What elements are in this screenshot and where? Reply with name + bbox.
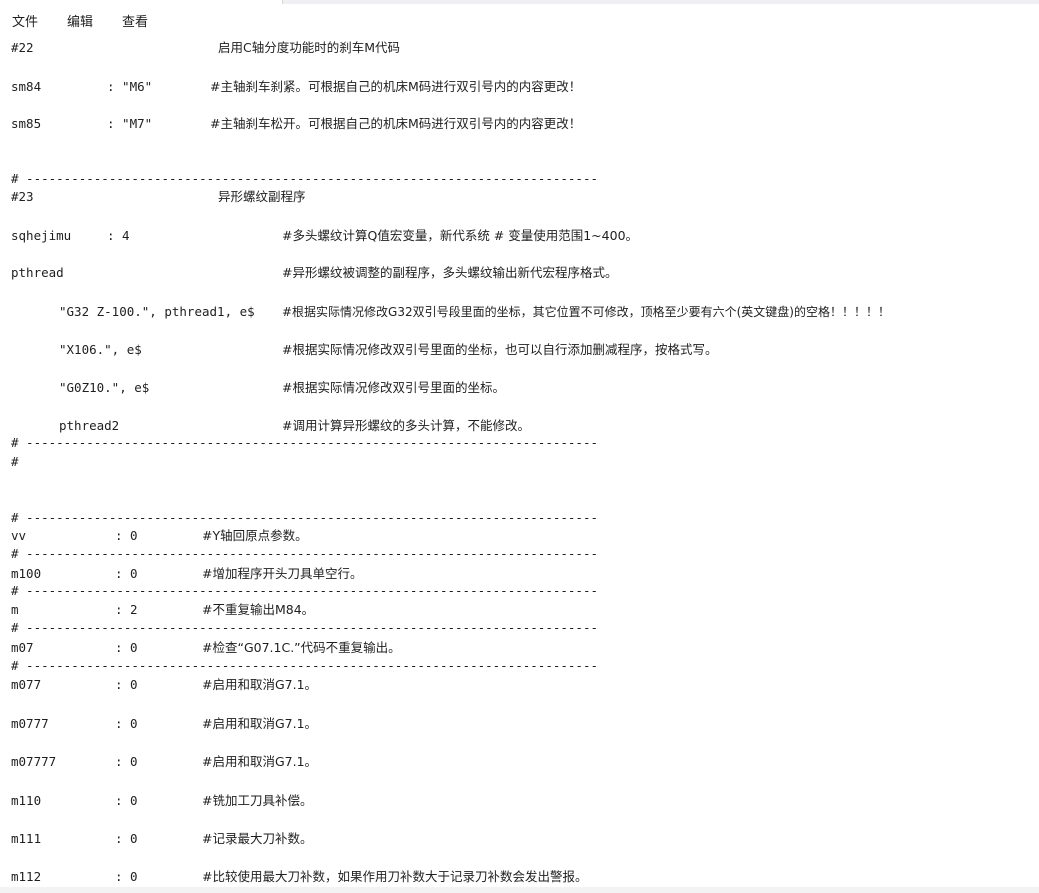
line-value: : "M6" — [107, 79, 153, 94]
line-key: sqhejimu — [11, 228, 72, 243]
line-comment: #启用和取消G7.1。 — [202, 716, 318, 731]
line-comment: #铣加工刀具补偿。 — [202, 793, 313, 808]
line-key: m077 — [11, 677, 42, 692]
text-line: m0777 : 0 #启用和取消G7.1。 — [11, 716, 317, 732]
text-line: "G32 Z-100.", pthread1, e$ #根据实际情况修改G32双… — [11, 304, 890, 320]
line-comment: #启用和取消G7.1。 — [202, 677, 318, 692]
line-value: : 0 — [115, 793, 138, 808]
line-key: sm84 — [11, 79, 42, 94]
text-line: # — [11, 454, 41, 470]
line-value: : 2 — [115, 602, 138, 617]
separator-line: # --------------------------------------… — [11, 435, 598, 450]
line-key: pthread — [11, 265, 64, 280]
line-key: "G0Z10.", e$ — [59, 380, 150, 395]
text-line: m07777 : 0 #启用和取消G7.1。 — [11, 754, 317, 770]
text-line: "X106.", e$ #根据实际情况修改双引号里面的坐标，也可以自行添加删减程… — [11, 342, 717, 358]
line-comment: #根据实际情况修改G32双引号段里面的坐标，其它位置不可修改，顶格至少要有六个(… — [282, 305, 890, 319]
line-key: # — [11, 454, 19, 469]
line-comment: #异形螺纹被调整的副程序，多头螺纹输出新代宏程序格式。 — [282, 265, 618, 280]
text-line: m111 : 0 #记录最大刀补数。 — [11, 831, 312, 847]
text-line: sm85 : "M7" #主轴刹车松开。可根据自己的机床M码进行双引号内的内容更… — [11, 116, 581, 132]
line-comment: #主轴刹车刹紧。可根据自己的机床M码进行双引号内的内容更改！ — [210, 79, 582, 94]
line-value: : 0 — [115, 869, 138, 884]
line-value: : 0 — [115, 528, 138, 543]
separator-line: # --------------------------------------… — [11, 171, 598, 186]
line-comment: #比较使用最大刀补数，如果作用刀补数大于记录刀补数会发出警报。 — [202, 869, 588, 884]
text-line: vv : 0 #Y轴回原点参数。 — [11, 528, 308, 544]
line-comment: #调用计算异形螺纹的多头计算，不能修改。 — [282, 418, 530, 433]
separator-line: # --------------------------------------… — [11, 583, 598, 598]
line-comment: #启用和取消G7.1。 — [202, 754, 318, 769]
line-comment: 启用C轴分度功能时的刹车M代码 — [218, 40, 401, 55]
line-value: : 0 — [115, 754, 138, 769]
line-key: #22 — [11, 40, 34, 55]
text-line: m : 2 #不重复输出M84。 — [11, 602, 314, 618]
line-key: sm85 — [11, 116, 42, 131]
line-comment: #主轴刹车松开。可根据自己的机床M码进行双引号内的内容更改！ — [210, 116, 582, 131]
line-key: m111 — [11, 831, 42, 846]
text-editor-area[interactable]: #22 启用C轴分度功能时的刹车M代码 sm84 : "M6" #主轴刹车刹紧。… — [0, 34, 1039, 887]
line-key: "X106.", e$ — [59, 342, 142, 357]
text-line: m110 : 0 #铣加工刀具补偿。 — [11, 793, 312, 809]
separator-line: # --------------------------------------… — [11, 658, 598, 673]
text-line: m07 : 0 #检查“G07.1C.”代码不重复输出。 — [11, 640, 401, 656]
line-key: "G32 Z-100.", pthread1, e$ — [59, 304, 255, 319]
line-comment: #根据实际情况修改双引号里面的坐标。 — [282, 380, 505, 395]
menu-file[interactable]: 文件 — [10, 11, 40, 30]
line-comment: 异形螺纹副程序 — [218, 189, 306, 204]
text-line: m100 : 0 #增加程序开头刀具单空行。 — [11, 566, 362, 582]
line-comment: #不重复输出M84。 — [202, 602, 315, 617]
line-value: : 0 — [115, 716, 138, 731]
text-line: m077 : 0 #启用和取消G7.1。 — [11, 677, 317, 693]
line-value: : 0 — [115, 831, 138, 846]
menu-bar: 文件 编辑 查看 — [0, 4, 1039, 34]
line-comment: #多头螺纹计算Q值宏变量，新代系统 # 变量使用范围1~400。 — [282, 228, 639, 243]
line-comment: #增加程序开头刀具单空行。 — [202, 566, 363, 581]
line-key: m0777 — [11, 716, 49, 731]
line-key: #23 — [11, 189, 34, 204]
line-value: : "M7" — [107, 116, 153, 131]
line-key: m07 — [11, 640, 34, 655]
menu-view[interactable]: 查看 — [120, 11, 150, 30]
menu-edit[interactable]: 编辑 — [65, 11, 95, 30]
line-key: pthread2 — [59, 418, 120, 433]
line-key: m07777 — [11, 754, 57, 769]
line-value: : 0 — [115, 566, 138, 581]
text-line: m112 : 0 #比较使用最大刀补数，如果作用刀补数大于记录刀补数会发出警报。 — [11, 869, 587, 885]
line-key: vv — [11, 528, 27, 543]
line-comment: #根据实际情况修改双引号里面的坐标，也可以自行添加删减程序，按格式写。 — [282, 342, 718, 357]
text-line: sm84 : "M6" #主轴刹车刹紧。可根据自己的机床M码进行双引号内的内容更… — [11, 79, 581, 95]
line-comment: #Y轴回原点参数。 — [202, 528, 308, 543]
text-line: pthread #异形螺纹被调整的副程序，多头螺纹输出新代宏程序格式。 — [11, 265, 617, 281]
text-line: "G0Z10.", e$ #根据实际情况修改双引号里面的坐标。 — [11, 380, 505, 396]
line-value: : 0 — [115, 677, 138, 692]
separator-line: # --------------------------------------… — [11, 546, 598, 561]
line-comment: #检查“G07.1C.”代码不重复输出。 — [202, 640, 401, 655]
line-comment: #记录最大刀补数。 — [202, 831, 313, 846]
status-strip — [0, 887, 1039, 893]
separator-line: # --------------------------------------… — [11, 620, 598, 635]
text-line: pthread2 #调用计算异形螺纹的多头计算，不能修改。 — [11, 418, 530, 434]
line-key: m100 — [11, 566, 42, 581]
separator-line: # --------------------------------------… — [11, 510, 598, 525]
line-key: m112 — [11, 869, 42, 884]
line-value: : 0 — [115, 640, 138, 655]
text-line: sqhejimu : 4 #多头螺纹计算Q值宏变量，新代系统 # 变量使用范围1… — [11, 228, 638, 244]
text-line: #23 异形螺纹副程序 — [11, 189, 306, 205]
line-value: : 4 — [107, 228, 130, 243]
line-key: m110 — [11, 793, 42, 808]
line-key: m — [11, 602, 19, 617]
text-line: #22 启用C轴分度功能时的刹车M代码 — [11, 40, 400, 56]
